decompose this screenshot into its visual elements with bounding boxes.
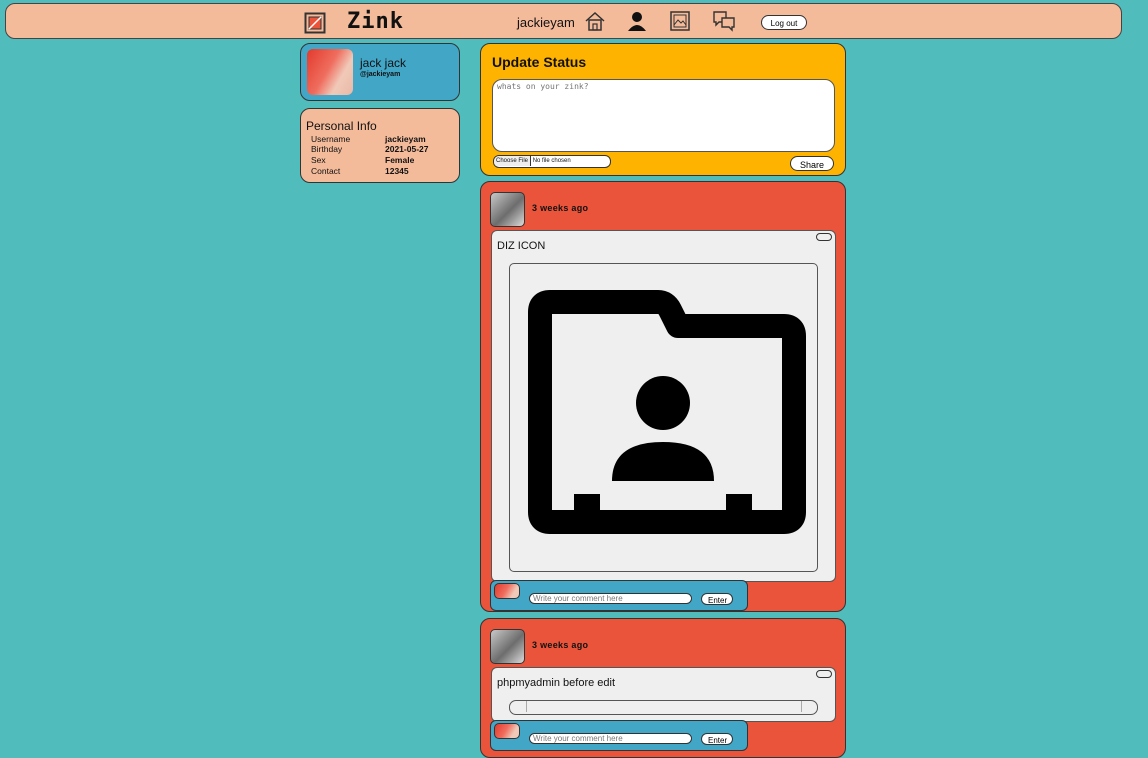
profile-card: jack jack @jackieyam	[300, 43, 460, 101]
info-value: 2021-05-27	[385, 144, 429, 154]
nav-username[interactable]: jackieyam	[517, 15, 575, 30]
file-status: No file chosen	[532, 158, 571, 164]
post-image[interactable]	[509, 263, 818, 572]
post-content: DIZ ICON	[491, 230, 836, 582]
home-icon[interactable]	[584, 10, 606, 32]
info-label: Contact	[311, 166, 341, 176]
status-input[interactable]	[492, 79, 835, 152]
gallery-icon[interactable]	[669, 10, 691, 32]
post-options-button[interactable]	[816, 670, 832, 678]
post-timestamp: 3 weeks ago	[532, 640, 589, 650]
post-text: phpmyadmin before edit	[497, 677, 616, 689]
info-label: Username	[311, 134, 351, 144]
comment-enter-button[interactable]: Enter	[701, 593, 733, 605]
profile-name[interactable]: jack jack	[360, 56, 406, 70]
logout-button[interactable]: Log out	[761, 15, 807, 30]
profile-icon[interactable]	[626, 10, 648, 32]
info-value: jackieyam	[385, 134, 426, 144]
update-status-card: Update Status Choose File No file chosen…	[480, 43, 846, 176]
comment-bar: Enter	[490, 720, 748, 751]
update-status-title: Update Status	[492, 54, 587, 70]
post-card: 3 weeks ago phpmyadmin before edit Enter	[480, 618, 846, 758]
comment-input[interactable]	[529, 733, 692, 744]
folder-contact-icon	[528, 290, 806, 534]
profile-handle: @jackieyam	[360, 71, 401, 78]
personal-info-card: Personal Info Username jackieyam Birthda…	[300, 108, 460, 183]
comment-bar: Enter	[490, 580, 748, 611]
info-value: 12345	[385, 166, 409, 176]
avatar	[494, 723, 520, 739]
info-label: Birthday	[311, 144, 343, 154]
personal-info-title: Personal Info	[306, 119, 377, 133]
choose-file-button[interactable]: Choose File	[494, 156, 532, 166]
top-navbar: Zink jackieyam Log out	[5, 3, 1122, 39]
post-text: DIZ ICON	[497, 240, 546, 252]
chat-icon[interactable]	[712, 10, 735, 32]
share-button[interactable]: Share	[790, 156, 834, 171]
avatar[interactable]	[307, 49, 353, 95]
post-content: phpmyadmin before edit	[491, 667, 836, 722]
post-timestamp: 3 weeks ago	[532, 203, 589, 213]
broken-image-icon	[526, 701, 802, 712]
comment-input[interactable]	[529, 593, 692, 604]
post-image[interactable]	[509, 700, 818, 715]
comment-enter-button[interactable]: Enter	[701, 733, 733, 745]
post-author-avatar[interactable]	[490, 629, 525, 664]
post-author-avatar[interactable]	[490, 192, 525, 227]
post-options-button[interactable]	[816, 233, 832, 241]
avatar	[494, 583, 520, 599]
info-value: Female	[385, 155, 415, 165]
post-card: 3 weeks ago DIZ ICON Enter	[480, 181, 846, 612]
brand-name[interactable]: Zink	[347, 9, 404, 34]
file-picker[interactable]: Choose File No file chosen	[493, 155, 611, 168]
info-label: Sex	[311, 155, 326, 165]
zink-logo-icon[interactable]	[304, 12, 326, 34]
